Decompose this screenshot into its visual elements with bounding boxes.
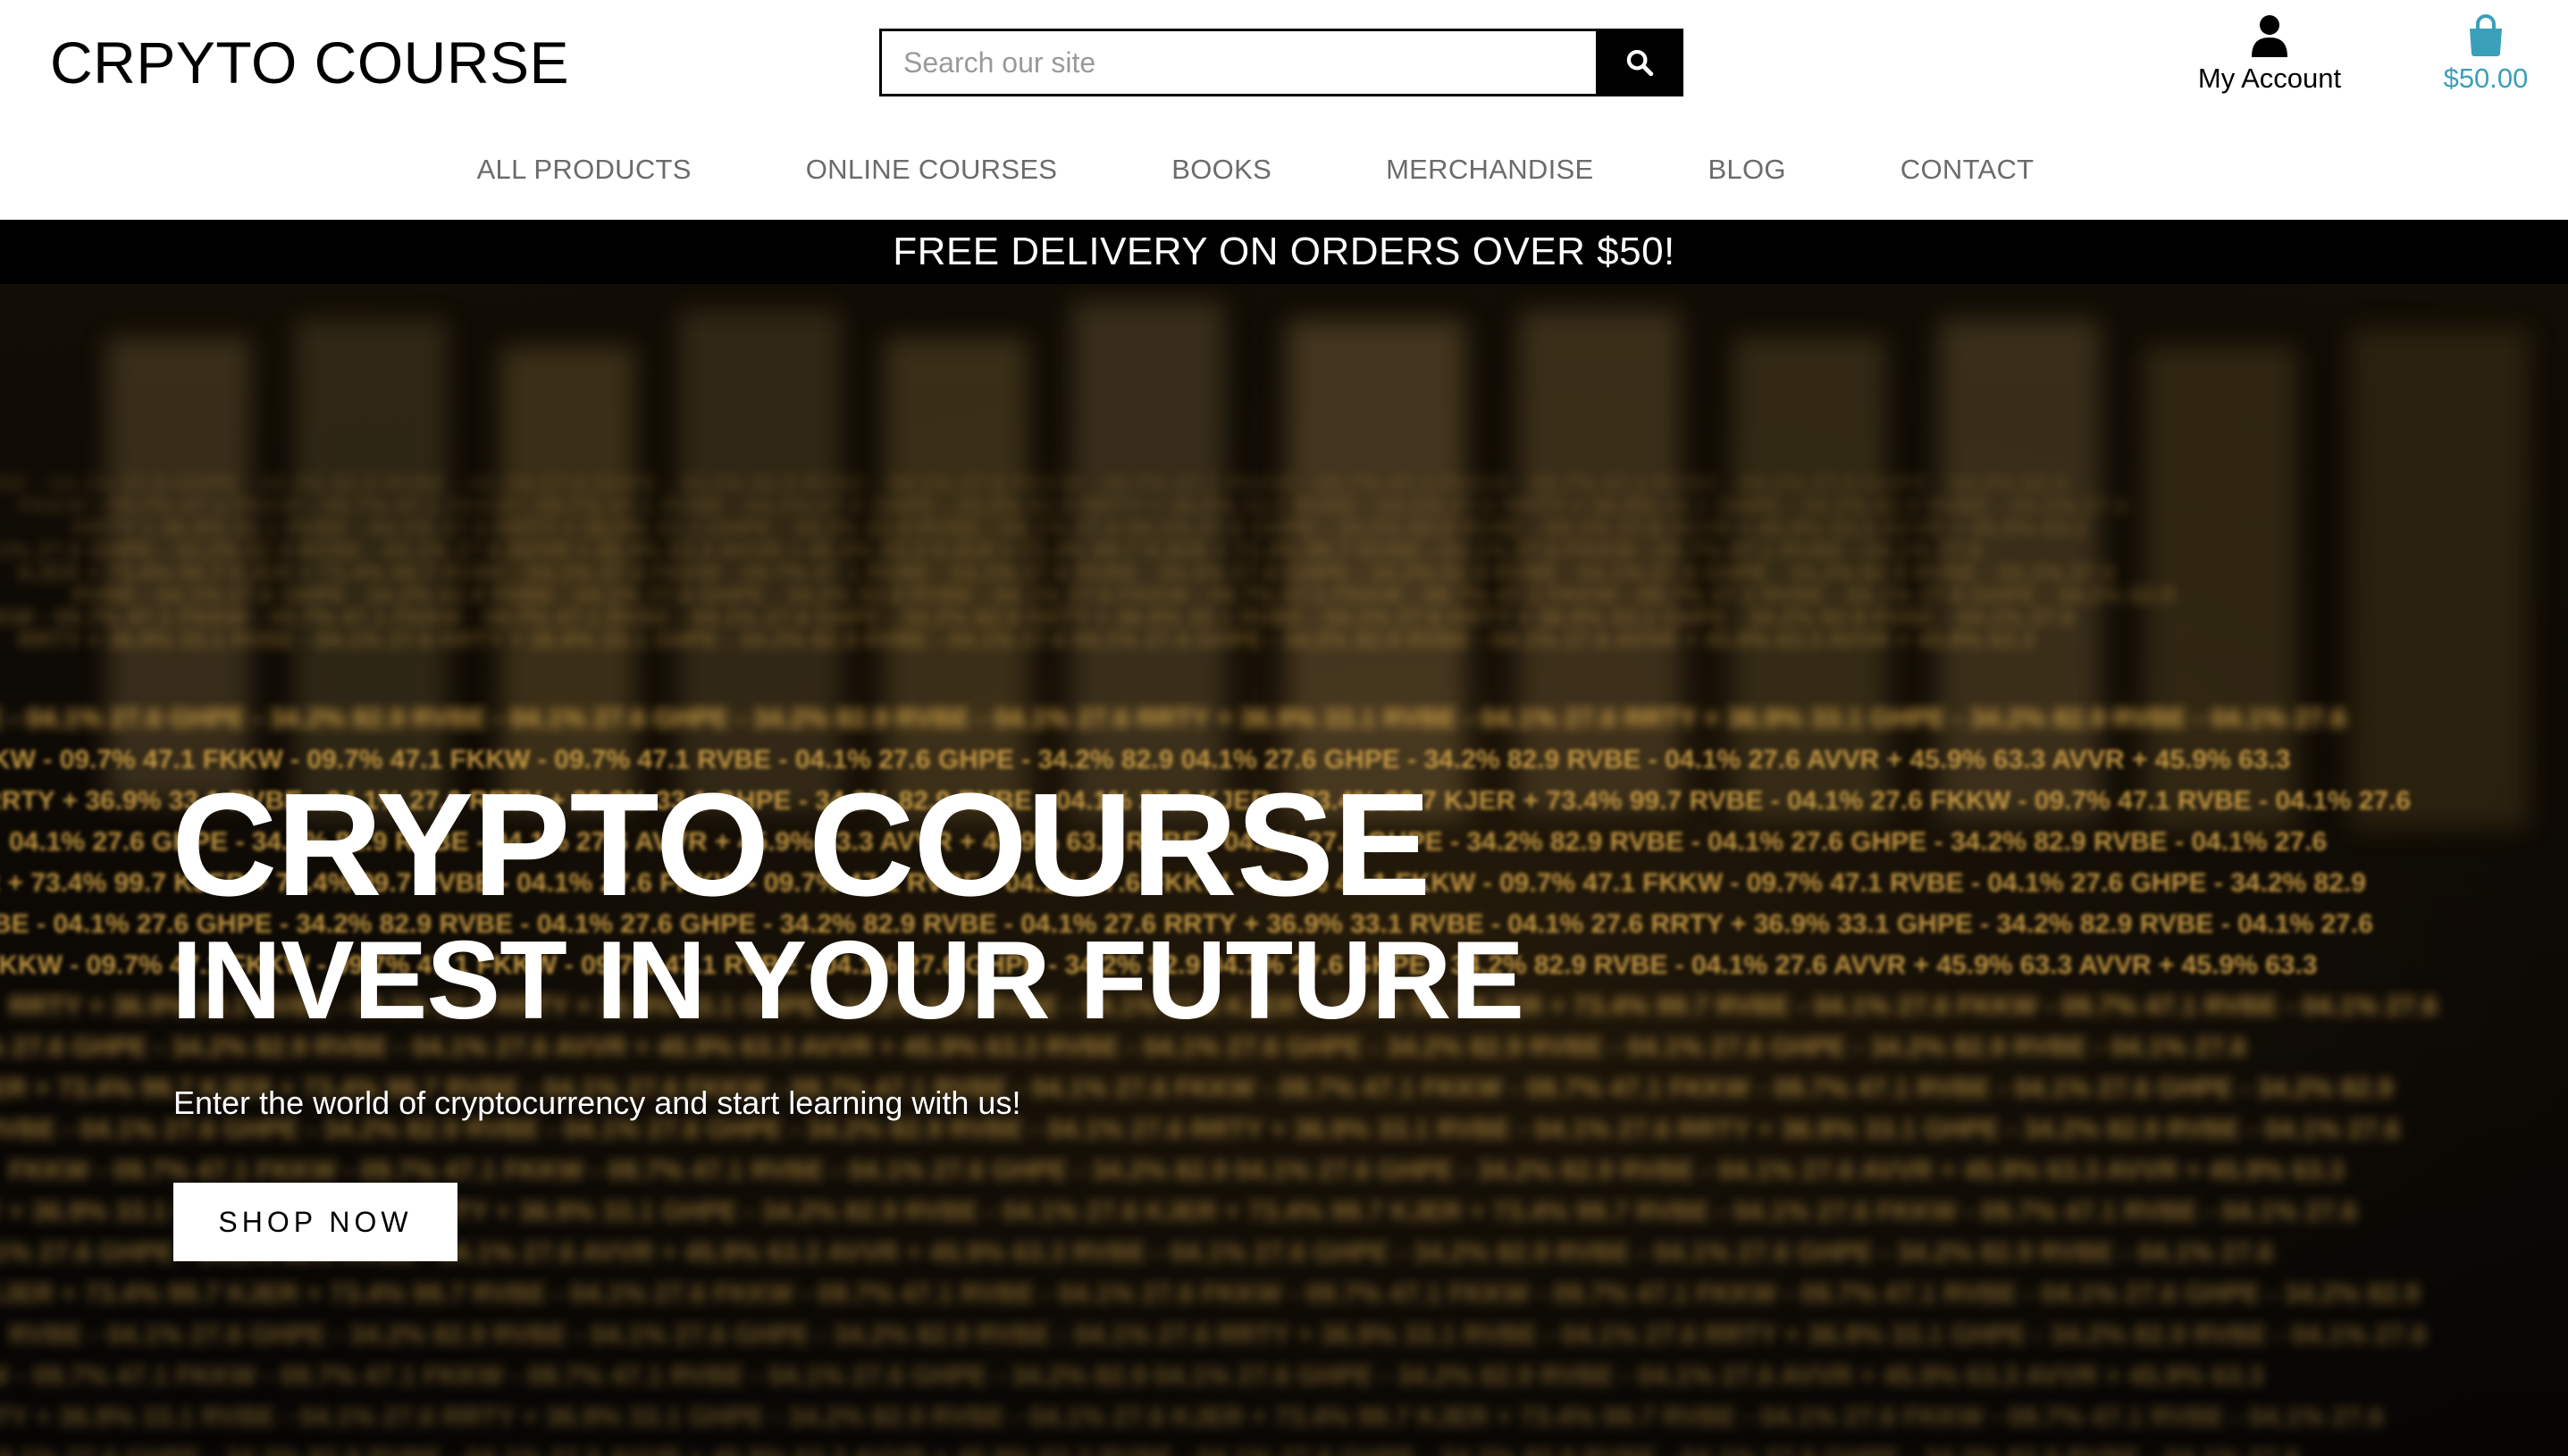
ticker-row: FKKW - 09.7% 47.1 FKKW - 09.7% 47.1 FKKW…	[9, 1156, 2344, 1185]
site-logo[interactable]: CRPYTO COURSE	[50, 27, 569, 98]
nav-books[interactable]: BOOKS	[1114, 143, 1329, 197]
bag-total: $50.00	[2443, 63, 2529, 94]
nav-online-courses[interactable]: ONLINE COURSES	[749, 143, 1115, 197]
search-form	[879, 29, 1683, 96]
my-account-label: My Account	[2197, 63, 2342, 94]
ticker-row: RVBE - 04.1% 27.6 GHPE - 34.2% 82.9 RVBE…	[9, 1320, 2427, 1350]
main-nav: ALL PRODUCTS ONLINE COURSES BOOKS MERCHA…	[0, 143, 2568, 197]
nav-merchandise[interactable]: MERCHANDISE	[1329, 143, 1650, 197]
shopping-bag-link[interactable]: $50.00	[2413, 14, 2559, 104]
search-icon	[1626, 49, 1654, 77]
shop-now-button[interactable]: SHOP NOW	[173, 1183, 457, 1261]
nav-all-products[interactable]: ALL PRODUCTS	[477, 143, 749, 197]
hero-title: CRYPTO COURSE	[172, 763, 1431, 926]
ticker-smudge-row: RRTY + 36.9% 33.1 RVBE - 04.1% 27.6 RRTY…	[18, 626, 2035, 653]
hero-description: Enter the world of cryptocurrency and st…	[173, 1084, 1021, 1121]
site-header: CRPYTO COURSE My Account $50.00 ALL PROD…	[0, 0, 2568, 220]
hero-subtitle: INVEST IN YOUR FUTURE	[172, 919, 1524, 1042]
nav-contact[interactable]: CONTACT	[1843, 143, 2092, 197]
delivery-banner: FREE DELIVERY ON ORDERS OVER $50!	[0, 220, 2568, 284]
hero-section: RVBE - 04.1% 27.6 GHPE - 34.2% 82.9 RVBE…	[0, 284, 2568, 1456]
search-button[interactable]	[1596, 29, 1683, 96]
user-icon	[2252, 15, 2287, 57]
shopping-bag-icon	[2470, 14, 2502, 56]
ticker-row: FKKW - 09.7% 47.1 FKKW - 09.7% 47.1 FKKW…	[0, 1361, 2263, 1391]
my-account-link[interactable]: My Account	[2180, 14, 2359, 104]
delivery-banner-text: FREE DELIVERY ON ORDERS OVER $50!	[893, 230, 1675, 273]
nav-blog[interactable]: BLOG	[1650, 143, 1842, 197]
ticker-row: KJER + 73.4% 99.7 KJER + 73.4% 99.7 RVBE…	[0, 1279, 2420, 1309]
ticker-row: RRTY + 36.9% 33.1 RVBE - 04.1% 27.6 RRTY…	[0, 1402, 2384, 1432]
ticker-row: 04.1% 27.6 GHPE - 34.2% 82.9 RVBE - 04.1…	[0, 1443, 2300, 1456]
ticker-row: RVBE - 04.1% 27.6 GHPE - 34.2% 82.9 RVBE…	[0, 704, 2346, 733]
search-input[interactable]	[879, 29, 1596, 96]
